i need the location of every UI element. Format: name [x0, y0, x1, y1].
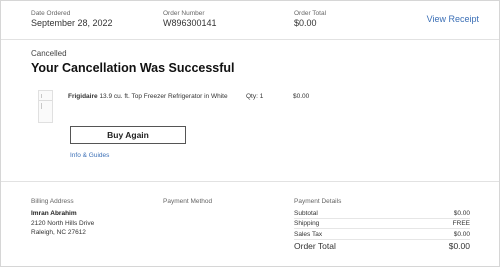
sales-tax-value: $0.00	[453, 231, 470, 238]
order-total-value: $0.00	[294, 18, 317, 28]
billing-street: 2120 North Hills Drive	[31, 220, 95, 227]
product-brand: Frigidaire	[68, 93, 98, 100]
order-card: Date Ordered September 28, 2022 Order Nu…	[0, 0, 500, 267]
sales-tax-row: Sales Tax $0.00	[294, 230, 470, 240]
subtotal-value: $0.00	[453, 210, 470, 217]
product-name[interactable]: Frigidaire 13.9 cu. ft. Top Freezer Refr…	[68, 93, 228, 100]
fridge-handle	[41, 103, 42, 109]
freezer-handle	[41, 94, 42, 98]
order-status: Cancelled	[31, 49, 67, 58]
date-ordered-label: Date Ordered	[31, 10, 71, 17]
order-total-summary-label: Order Total	[294, 241, 336, 251]
order-total-label: Order Total	[294, 10, 327, 17]
shipping-value: FREE	[452, 220, 470, 227]
billing-address-label: Billing Address	[31, 198, 74, 205]
payment-method-label: Payment Method	[163, 198, 213, 205]
order-header: Date Ordered September 28, 2022 Order Nu…	[1, 1, 499, 40]
view-receipt-link[interactable]: View Receipt	[427, 14, 479, 24]
info-guides-link[interactable]: Info & Guides	[70, 152, 109, 159]
order-number-value: W896300141	[163, 18, 217, 28]
order-total: Order Total $0.00	[294, 10, 326, 29]
page-title: Your Cancellation Was Successful	[31, 61, 235, 75]
product-quantity: Qty: 1	[246, 93, 264, 100]
subtotal-label: Subtotal	[294, 210, 318, 217]
order-number-label: Order Number	[163, 10, 205, 17]
billing-name: Imran Abrahim	[31, 210, 77, 217]
buy-again-button[interactable]: Buy Again	[70, 126, 186, 144]
billing-city: Raleigh, NC 27612	[31, 229, 86, 236]
order-number: Order Number W896300141	[163, 10, 217, 29]
payment-details-label: Payment Details	[294, 198, 342, 205]
product-description: 13.9 cu. ft. Top Freezer Refrigerator in…	[99, 93, 228, 100]
date-ordered-value: September 28, 2022	[31, 18, 113, 28]
product-image[interactable]	[38, 90, 53, 123]
sales-tax-label: Sales Tax	[294, 231, 323, 238]
subtotal-row: Subtotal $0.00	[294, 209, 470, 219]
shipping-row: Shipping FREE	[294, 219, 470, 229]
order-total-summary-value: $0.00	[448, 241, 470, 251]
date-ordered: Date Ordered September 28, 2022	[31, 10, 113, 29]
order-total-row: Order Total $0.00	[294, 240, 470, 253]
product-price: $0.00	[293, 93, 310, 100]
section-divider	[1, 181, 499, 182]
shipping-label: Shipping	[294, 220, 320, 227]
